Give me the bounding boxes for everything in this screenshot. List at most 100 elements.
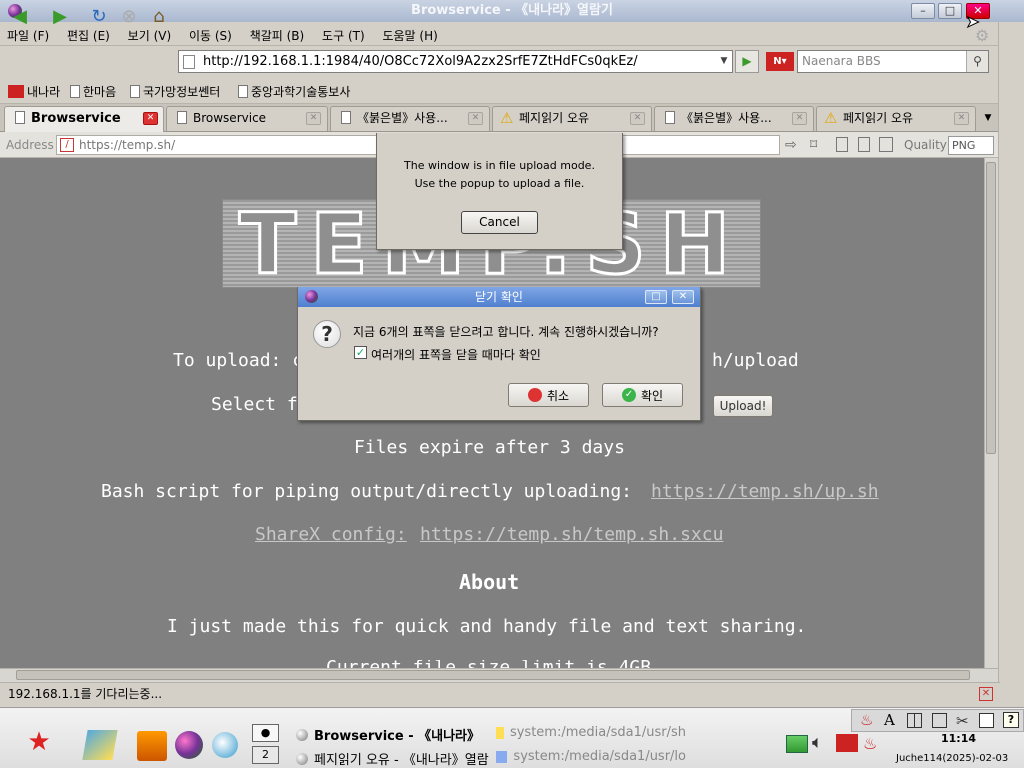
stop-button[interactable]: ⊗ bbox=[117, 4, 141, 28]
dialog-close-button[interactable]: ✕ bbox=[672, 290, 694, 304]
bookmark-national-network[interactable]: 국가망정보쎈터 bbox=[130, 83, 220, 100]
back-button[interactable]: ◀ bbox=[6, 4, 34, 28]
app-globe-icon bbox=[296, 752, 308, 765]
bash-script-link[interactable]: https://temp.sh/up.sh bbox=[651, 481, 879, 502]
cancel-label: 취소 bbox=[546, 388, 570, 403]
sharex-config-link[interactable]: https://temp.sh/temp.sh.sxcu bbox=[420, 524, 723, 545]
menu-tools[interactable]: 도구 (T) bbox=[315, 22, 372, 44]
reload-button[interactable]: ↻ bbox=[86, 4, 112, 28]
minimize-button[interactable]: – bbox=[911, 3, 935, 19]
cancel-close-button[interactable]: 취소 bbox=[508, 383, 589, 407]
bookmark-hanmaum[interactable]: 한마음 bbox=[70, 83, 116, 100]
search-engine-selector[interactable]: N▾ bbox=[766, 52, 794, 71]
tray-split-icon[interactable] bbox=[907, 713, 922, 728]
go-arrow-icon[interactable]: ⇨ bbox=[785, 137, 797, 153]
home-icon: ⌂ bbox=[153, 5, 165, 27]
tray-edit-icon[interactable] bbox=[932, 713, 947, 728]
sharex-config-label[interactable]: ShareX config: bbox=[255, 524, 407, 545]
tab-close-button[interactable]: ✕ bbox=[468, 112, 483, 125]
search-input[interactable]: Naenara BBS bbox=[797, 50, 989, 73]
launcher-media-icon[interactable] bbox=[212, 732, 238, 758]
bookmark-icon[interactable]: ⌑ bbox=[810, 137, 817, 153]
find-icon[interactable] bbox=[836, 137, 848, 152]
launcher-editor-icon[interactable] bbox=[82, 730, 118, 760]
upload-mode-line2: Use the popup to upload a file. bbox=[414, 177, 585, 190]
tab-label: Browservice bbox=[193, 111, 267, 125]
tray-fire-small-icon[interactable]: ♨ bbox=[863, 734, 877, 753]
bookmark-label: 중앙과학기술통보사 bbox=[251, 85, 351, 99]
status-bar: 192.168.1.1를 기다리는중... bbox=[0, 682, 1000, 706]
page-icon bbox=[341, 111, 351, 124]
url-input[interactable]: http://192.168.1.1:1984/40/O8Cc72Xol9A2z… bbox=[178, 50, 733, 73]
desktop-1-switcher[interactable]: ● bbox=[252, 724, 279, 742]
tray-fire-icon[interactable]: ♨ bbox=[860, 711, 873, 729]
tray-flag-icon[interactable] bbox=[836, 734, 858, 752]
tab-list-dropdown[interactable]: ▼ bbox=[980, 108, 996, 128]
tab-close-button[interactable]: ✕ bbox=[792, 112, 807, 125]
start-menu-star-icon[interactable]: ★ bbox=[10, 728, 68, 756]
upload-button[interactable]: Upload! bbox=[713, 395, 773, 417]
tray-volume-icon[interactable]: 🔈︎ bbox=[812, 732, 823, 753]
back-arrow-icon: ◀ bbox=[13, 5, 27, 27]
close-statusbar-icon[interactable]: ✕ bbox=[979, 687, 993, 701]
confirm-checkbox[interactable]: ✓ bbox=[354, 346, 367, 359]
menu-bookmarks[interactable]: 책갈피 (B) bbox=[243, 22, 312, 44]
folder-icon bbox=[496, 750, 508, 763]
taskbar-item-shell[interactable]: system:/media/sda1/usr/sh bbox=[496, 725, 686, 740]
page-icon bbox=[177, 111, 187, 124]
launcher-files-icon[interactable] bbox=[137, 731, 167, 761]
tab-browservice[interactable]: Browservice bbox=[166, 106, 328, 131]
quality-select[interactable]: PNG bbox=[948, 136, 994, 155]
tab-page-error-1[interactable]: 페지읽기 오유 bbox=[492, 106, 652, 131]
tab-close-button[interactable]: ✕ bbox=[306, 112, 321, 125]
tab-page-error-2[interactable]: 페지읽기 오유 bbox=[816, 106, 976, 131]
tab-close-button[interactable]: ✕ bbox=[143, 112, 158, 125]
tray-help-icon[interactable]: ? bbox=[1003, 712, 1019, 728]
tray-tools-icon[interactable]: ✂ bbox=[956, 712, 969, 730]
zoom-icon[interactable] bbox=[858, 137, 870, 152]
tray-font-icon[interactable]: A bbox=[884, 711, 895, 729]
task-label: 페지읽기 오유 - 《내나라》열람 bbox=[314, 753, 489, 768]
question-icon: ? bbox=[313, 320, 341, 348]
taskbar-item-files[interactable]: system:/media/sda1/usr/lo bbox=[496, 749, 686, 764]
clipboard-icon[interactable] bbox=[879, 137, 893, 152]
size-limit-text: Current file size limit is 4GB bbox=[326, 660, 651, 668]
clock-date[interactable]: Juche114(2025)-02-03 bbox=[896, 753, 1008, 764]
reload-icon: ↻ bbox=[91, 5, 107, 27]
taskbar-item-browservice[interactable]: Browservice - 《내나라》 bbox=[296, 725, 480, 744]
ok-check-icon: ✓ bbox=[621, 388, 636, 402]
horizontal-scroll-thumb[interactable] bbox=[16, 670, 970, 680]
tab-browservice-active[interactable]: Browservice bbox=[4, 106, 164, 132]
tab-red-star-2[interactable]: 《붉은별》사용... bbox=[654, 106, 814, 131]
maximize-button[interactable]: □ bbox=[938, 3, 962, 19]
menu-help[interactable]: 도움말 (H) bbox=[375, 22, 444, 44]
vertical-scroll-thumb[interactable] bbox=[986, 162, 996, 454]
dialog-maximize-button[interactable]: □ bbox=[645, 290, 667, 304]
upload-mode-line1: The window is in file upload mode. bbox=[404, 159, 595, 172]
bookmark-science-news[interactable]: 중앙과학기술통보사 bbox=[238, 83, 350, 100]
url-history-dropdown[interactable]: ▼ bbox=[716, 51, 732, 72]
magnifier-icon: ⚲ bbox=[973, 54, 982, 68]
taskbar-item-page-error[interactable]: 페지읽기 오유 - 《내나라》열람 bbox=[296, 749, 491, 768]
bookmark-naenara[interactable]: 내나라 bbox=[8, 83, 60, 100]
forward-arrow-icon: ▶ bbox=[53, 5, 67, 27]
forward-button[interactable]: ▶ bbox=[46, 4, 74, 28]
clock-time[interactable]: 11:14 bbox=[941, 732, 976, 745]
search-button[interactable]: ⚲ bbox=[966, 51, 988, 72]
tab-close-button[interactable]: ✕ bbox=[630, 112, 645, 125]
menu-go[interactable]: 이동 (S) bbox=[182, 22, 239, 44]
ok-close-button[interactable]: ✓ 확인 bbox=[602, 383, 683, 407]
tray-clipboard-icon[interactable] bbox=[979, 713, 994, 728]
desktop-2-switcher[interactable]: 2 bbox=[252, 746, 279, 764]
launcher-browser-icon[interactable] bbox=[175, 731, 203, 759]
cancel-upload-button[interactable]: Cancel bbox=[461, 211, 538, 234]
go-button[interactable]: ▶ bbox=[735, 50, 759, 73]
tab-red-star-1[interactable]: 《붉은별》사용... bbox=[330, 106, 490, 131]
tab-close-button[interactable]: ✕ bbox=[954, 112, 969, 125]
bash-script-label: Bash script for piping output/directly u… bbox=[101, 481, 633, 502]
tray-network-icon[interactable] bbox=[786, 735, 808, 753]
mouse-cursor-icon: ➤ bbox=[965, 12, 980, 32]
home-button[interactable]: ⌂ bbox=[147, 4, 171, 28]
browser-window: Browservice - 《내나라》열람기 – □ ✕ 파일 (F) 편집 (… bbox=[0, 0, 1024, 768]
warning-icon: ⚠ bbox=[500, 109, 514, 127]
